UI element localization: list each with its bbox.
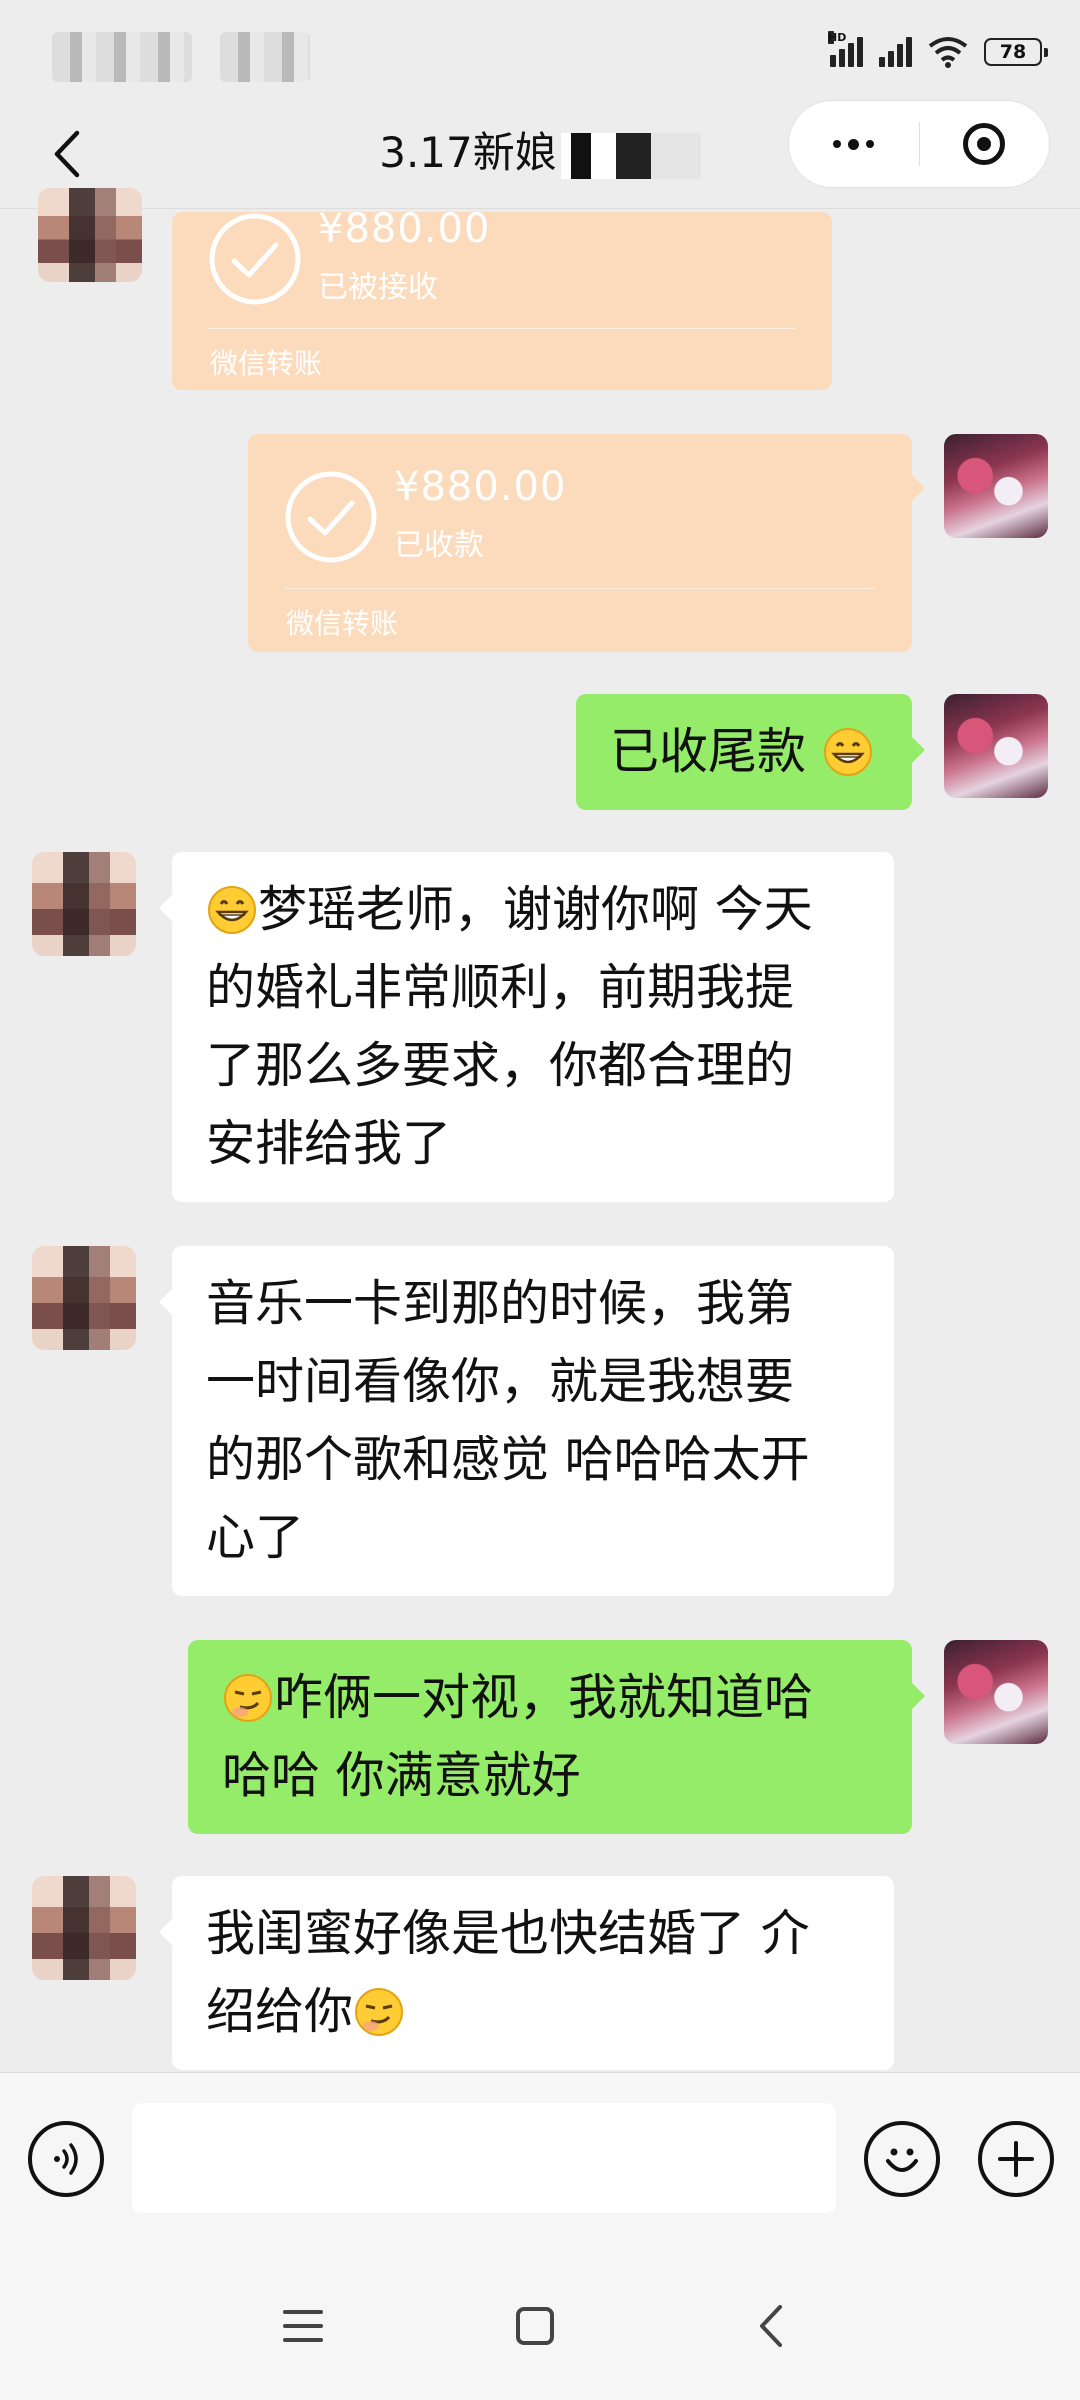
blurred-status-icons — [220, 32, 310, 82]
system-nav-bar — [0, 2252, 1080, 2400]
message-input[interactable] — [132, 2103, 836, 2213]
my-avatar[interactable] — [944, 694, 1048, 798]
blurred-status-info — [52, 32, 192, 82]
more-dots-icon — [833, 138, 875, 150]
transfer-amount: ¥880.00 — [394, 464, 567, 510]
message-bubble-incoming[interactable]: 梦瑶老师，谢谢你啊 今天 的婚礼非常顺利，前期我提 了那么多要求，你都合理的 安… — [159, 852, 894, 1202]
transfer-divider — [284, 588, 876, 589]
check-circle-icon — [285, 471, 377, 563]
smirk-emoji-icon — [355, 1988, 404, 2036]
more-button[interactable] — [789, 101, 919, 187]
transfer-amount: ¥880.00 — [318, 206, 491, 252]
record-target-icon — [963, 123, 1006, 165]
check-circle-icon — [209, 213, 301, 305]
grin-emoji-icon — [208, 886, 256, 934]
emoji-button[interactable] — [864, 2121, 940, 2197]
message-text: 绍给你 — [206, 1983, 354, 2040]
transfer-card-received[interactable]: ¥880.00 已被接收 微信转账 — [172, 206, 832, 390]
record-button[interactable] — [920, 101, 1050, 187]
transfer-divider — [208, 328, 796, 329]
message-text: 咋俩一对视，我就知道哈 — [274, 1669, 814, 1726]
status-indicators: HD 78 — [828, 30, 1048, 74]
transfer-card-collected[interactable]: ¥880.00 已收款 微信转账 — [248, 434, 925, 652]
transfer-status: 已收款 — [394, 528, 484, 563]
message-line: 我闺蜜好像是也快结婚了 介 — [206, 1905, 810, 1962]
message-line: 安排给我了 — [206, 1115, 452, 1172]
message-line: 的婚礼非常顺利，前期我提 — [206, 959, 795, 1016]
battery-level: 78 — [999, 41, 1027, 63]
contact-avatar[interactable] — [32, 1876, 136, 1980]
network-label: HD — [828, 31, 847, 44]
contact-avatar[interactable] — [32, 852, 136, 956]
message-text: 已收尾款 — [610, 723, 807, 780]
contact-avatar[interactable] — [38, 188, 142, 282]
system-back-button[interactable] — [736, 2296, 806, 2356]
home-square-icon — [516, 2307, 554, 2345]
smirk-emoji-icon — [224, 1674, 272, 1722]
input-bar — [0, 2072, 1080, 2253]
add-button[interactable] — [978, 2121, 1054, 2197]
nav-back-icon — [760, 2305, 782, 2347]
message-bubble-outgoing[interactable]: 咋俩一对视，我就知道哈 哈哈 你满意就好 — [188, 1640, 925, 1834]
message-line: 一时间看像你，就是我想要 — [206, 1353, 795, 1410]
signal-hd-icon: HD — [828, 31, 863, 67]
plus-icon — [998, 2141, 1034, 2177]
transfer-status: 已被接收 — [318, 270, 438, 305]
chat-header: 3.17新娘 — [0, 100, 1080, 210]
title-redaction — [560, 132, 701, 179]
message-line: 哈哈 你满意就好 — [222, 1747, 581, 1804]
message-line: 心了 — [206, 1509, 305, 1566]
home-button[interactable] — [500, 2296, 570, 2356]
grin-emoji-icon — [823, 728, 872, 776]
menu-icon — [283, 2310, 323, 2342]
message-line: 咋俩一对视，我就知道哈 — [222, 1659, 912, 1737]
emoji-icon — [886, 2148, 918, 2172]
signal-icon — [879, 37, 912, 67]
message-text: 梦瑶老师，谢谢你啊 今天 — [258, 881, 813, 938]
wifi-icon — [928, 36, 968, 68]
transfer-label: 微信转账 — [286, 607, 399, 640]
message-bubble-outgoing[interactable]: 已收尾款 — [576, 694, 925, 810]
my-avatar[interactable] — [944, 1640, 1048, 1744]
my-avatar[interactable] — [944, 434, 1048, 538]
message-line: 的那个歌和感觉 哈哈哈太开 — [206, 1431, 810, 1488]
header-divider — [0, 208, 1080, 209]
message-bubble-incoming[interactable]: 音乐一卡到那的时候，我第 一时间看像你，就是我想要 的那个歌和感觉 哈哈哈太开 … — [159, 1246, 894, 1596]
contact-avatar[interactable] — [32, 1246, 136, 1350]
status-bar: HD 78 — [0, 0, 1080, 100]
voice-icon — [54, 2143, 78, 2175]
message-line: 了那么多要求，你都合理的 — [206, 1037, 795, 1094]
voice-button[interactable] — [28, 2121, 104, 2197]
message-bubble-incoming[interactable]: 我闺蜜好像是也快结婚了 介 绍给你 — [159, 1876, 894, 2070]
message-line: 梦瑶老师，谢谢你啊 今天 — [206, 871, 894, 949]
menu-button[interactable] — [268, 2296, 338, 2356]
message-line: 绍给你 — [206, 1973, 894, 2051]
mini-program-capsule — [788, 100, 1050, 188]
transfer-label: 微信转账 — [210, 347, 323, 380]
chat-title-text: 3.17新娘 — [379, 128, 557, 177]
message-line: 音乐一卡到那的时候，我第 — [206, 1275, 795, 1332]
battery-icon: 78 — [984, 38, 1048, 66]
